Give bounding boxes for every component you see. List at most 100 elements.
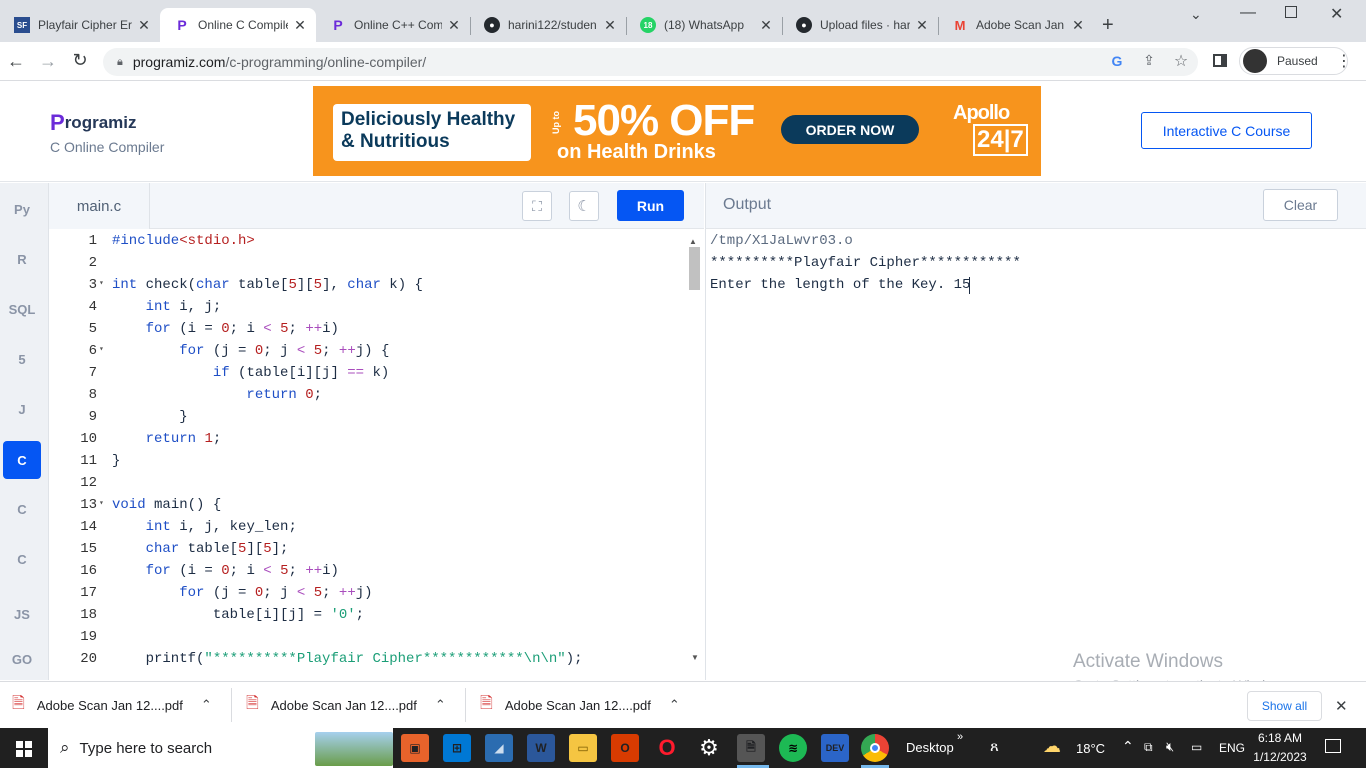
photos-app-icon[interactable]: ◢ (485, 734, 513, 762)
download-item[interactable]: 🗎︎ Adobe Scan Jan 12....pdf ⌃ (480, 682, 680, 728)
weather-temp[interactable]: 18°C (1076, 741, 1105, 756)
file-explorer-icon[interactable]: ▭ (569, 734, 597, 762)
weather-cloud-icon[interactable]: ☁ (1043, 736, 1061, 757)
people-icon[interactable]: ጸ (990, 738, 999, 755)
js-icon[interactable]: JS (3, 595, 41, 633)
code-line: void main() { (112, 497, 222, 513)
close-tab-icon[interactable]: ✕ (758, 17, 774, 34)
line-number: 11 (80, 453, 97, 469)
close-downloads-icon[interactable]: ✕ (1335, 697, 1348, 715)
input-language[interactable]: ENG (1219, 741, 1245, 755)
address-bar[interactable]: 🔒︎ programiz.com/c-programming/online-co… (103, 48, 1198, 76)
r-icon[interactable]: R (3, 240, 41, 278)
close-tab-icon[interactable]: ✕ (446, 17, 462, 34)
desktop-toolbar[interactable]: Desktop (906, 740, 954, 755)
browser-tab[interactable]: ● harini122/studen ✕ (470, 8, 626, 42)
battery-icon[interactable]: ▭ (1191, 740, 1202, 754)
download-item[interactable]: 🗎︎ Adobe Scan Jan 12....pdf ⌃ (246, 682, 446, 728)
windows-start-icon[interactable] (16, 741, 32, 757)
csharp-icon[interactable]: C (3, 540, 41, 578)
close-window-button[interactable]: ✕ (1330, 4, 1343, 24)
close-tab-icon[interactable]: ✕ (136, 17, 152, 34)
minimize-button[interactable]: — (1240, 4, 1256, 22)
google-translate-icon[interactable]: G (1105, 53, 1129, 69)
programiz-logo[interactable]: Programiz (50, 110, 136, 136)
file-tab-main-c[interactable]: main.c (49, 183, 150, 229)
back-arrow-icon[interactable]: ← (4, 51, 28, 72)
word-icon[interactable]: W (527, 734, 555, 762)
code-line: for (i = 0; i < 5; ++i) (145, 563, 339, 579)
show-hidden-icons-icon[interactable]: ⌃ (1122, 738, 1134, 755)
speaker-muted-icon[interactable]: 🔇︎ (1166, 739, 1174, 755)
chevron-up-icon[interactable]: ⌃ (201, 697, 212, 713)
microsoft-store-icon[interactable]: ⊞ (443, 734, 471, 762)
fold-arrow-icon[interactable]: ▾ (99, 278, 104, 288)
network-icon[interactable]: ⧉ (1144, 740, 1153, 755)
code-line: int i, j, key_len; (145, 519, 297, 535)
scroll-up-icon[interactable]: ▲ (689, 237, 697, 246)
close-tab-icon[interactable]: ✕ (914, 17, 930, 34)
fold-arrow-icon[interactable]: ▾ (99, 344, 104, 354)
code-editor[interactable]: 1 #include<stdio.h> 2 3 ▾ int check(char tabl… (49, 229, 704, 680)
cpp-icon[interactable]: C (3, 490, 41, 528)
fold-arrow-icon[interactable]: ▾ (99, 498, 104, 508)
browser-tab-active[interactable]: P Online C Compile ✕ (160, 8, 316, 42)
office-icon[interactable]: O (611, 734, 639, 762)
browser-tab[interactable]: P Online C++ Com ✕ (316, 8, 470, 42)
code-line: return 1; (145, 431, 222, 447)
close-tab-icon[interactable]: ✕ (292, 17, 308, 34)
pdf-file-icon: 🗎︎ (246, 694, 259, 712)
office-lens-app-icon[interactable]: ▣ (401, 734, 429, 762)
clock-date[interactable]: 1/12/2023 (1251, 750, 1309, 764)
line-number: 8 (88, 387, 97, 403)
new-tab-button[interactable]: + (1102, 14, 1114, 37)
browser-tab[interactable]: M Adobe Scan Jan ✕ (938, 8, 1094, 42)
browser-tab[interactable]: ● Upload files · har ✕ (782, 8, 938, 42)
maximize-button[interactable] (1285, 6, 1297, 18)
sql-icon[interactable]: SQL (3, 290, 41, 328)
chevron-up-icon[interactable]: ⌃ (669, 697, 680, 713)
scroll-down-icon[interactable]: ▼ (691, 653, 699, 662)
spotify-icon[interactable]: ≋ (779, 734, 807, 762)
pdf-file-icon: 🗎︎ (12, 694, 25, 712)
close-tab-icon[interactable]: ✕ (1070, 17, 1086, 34)
chrome-icon[interactable] (861, 734, 889, 762)
ad-order-now-button[interactable]: ORDER NOW (781, 115, 919, 144)
close-tab-icon[interactable]: ✕ (602, 17, 618, 34)
output-console[interactable]: /tmp/X1JaLwvr03.o **********Playfair Cip… (705, 229, 1366, 680)
run-button[interactable]: Run (617, 190, 684, 221)
tab-search-icon[interactable]: ⌄ (1190, 6, 1202, 23)
settings-gear-icon[interactable]: ⚙ (695, 734, 723, 762)
chrome-menu-icon[interactable]: ⋮ (1336, 51, 1352, 71)
side-panel-icon[interactable] (1213, 54, 1227, 67)
document-app-icon[interactable]: 🗎︎ (737, 734, 765, 762)
c-icon[interactable]: C (3, 441, 41, 479)
forward-arrow-icon[interactable]: → (36, 51, 60, 72)
show-all-downloads-button[interactable]: Show all (1247, 691, 1322, 721)
interactive-course-button[interactable]: Interactive C Course (1141, 112, 1312, 149)
bookmark-star-icon[interactable]: ☆ (1169, 51, 1193, 71)
profile-button[interactable]: Paused (1239, 47, 1348, 75)
editor-scrollbar-thumb[interactable] (689, 247, 700, 290)
browser-tab[interactable]: SF Playfair Cipher Er ✕ (0, 8, 160, 42)
download-item[interactable]: 🗎︎ Adobe Scan Jan 12....pdf ⌃ (12, 682, 212, 728)
python-icon[interactable]: Py (3, 190, 41, 228)
notifications-icon[interactable] (1325, 739, 1341, 753)
go-icon[interactable]: GO (3, 640, 41, 678)
chevron-up-icon[interactable]: ⌃ (435, 697, 446, 713)
clear-button[interactable]: Clear (1263, 189, 1338, 221)
opera-icon[interactable]: O (653, 734, 681, 762)
reload-icon[interactable]: ↻ (68, 50, 92, 71)
dark-mode-icon[interactable]: ☾ (569, 191, 599, 221)
advertisement-banner[interactable]: Deliciously Healthy & Nutritious Up to 5… (313, 86, 1041, 176)
browser-tab[interactable]: 18 (18) WhatsApp ✕ (626, 8, 782, 42)
fullscreen-icon[interactable]: ⛶ (522, 191, 552, 221)
line-number: 13 (80, 497, 97, 513)
chevron-right-icon[interactable]: » (957, 731, 963, 743)
clock-time[interactable]: 6:18 AM (1253, 731, 1307, 745)
dev-cpp-icon[interactable]: DEV (821, 734, 849, 762)
html5-icon[interactable]: 5 (3, 340, 41, 378)
share-icon[interactable]: ⇪ (1137, 52, 1161, 69)
line-number: 5 (88, 321, 97, 337)
java-icon[interactable]: J (3, 390, 41, 428)
